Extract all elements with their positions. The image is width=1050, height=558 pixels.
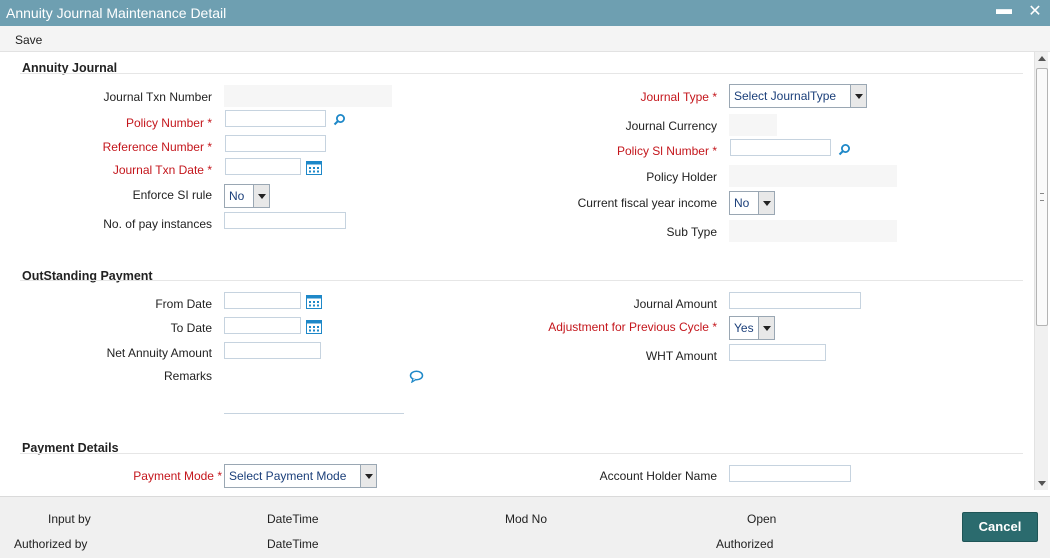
- remarks-textarea[interactable]: [224, 366, 404, 414]
- no-of-pay-instances-label: No. of pay instances: [103, 217, 212, 231]
- title-bar: Annuity Journal Maintenance Detail ▬ ✕: [0, 0, 1050, 26]
- sub-type-label: Sub Type: [666, 225, 717, 239]
- policy-holder-label: Policy Holder: [646, 170, 717, 184]
- calendar-icon[interactable]: [306, 295, 322, 309]
- menu-bar: Save: [0, 26, 1050, 52]
- adjustment-previous-cycle-label: Adjustment for Previous Cycle *: [548, 320, 717, 334]
- form-content: Annuity Journal Journal Txn Number Polic…: [0, 52, 1034, 490]
- net-annuity-amount-label: Net Annuity Amount: [106, 346, 212, 360]
- search-icon[interactable]: [838, 143, 851, 156]
- current-fiscal-year-income-label: Current fiscal year income: [577, 196, 717, 210]
- reference-number-label-text: Reference Number: [102, 140, 204, 154]
- payment-mode-select[interactable]: Select Payment Mode: [224, 464, 377, 488]
- chevron-down-icon[interactable]: [360, 465, 376, 487]
- window-title: Annuity Journal Maintenance Detail: [6, 5, 227, 21]
- audit-footer: Input by Authorized by DateTime DateTime…: [0, 496, 1050, 558]
- authorized-datetime-label: DateTime: [267, 537, 319, 551]
- payment-mode-label: Payment Mode *: [133, 469, 222, 483]
- journal-type-select[interactable]: Select JournalType: [729, 84, 867, 108]
- adjustment-previous-cycle-select[interactable]: Yes: [729, 316, 775, 340]
- chevron-down-icon[interactable]: [253, 185, 269, 207]
- required-marker: *: [207, 140, 212, 154]
- policy-sl-number-label-text: Policy Sl Number: [616, 144, 709, 158]
- calendar-icon[interactable]: [306, 161, 322, 175]
- scroll-thumb[interactable]: [1036, 68, 1048, 326]
- no-of-pay-instances-input[interactable]: [224, 212, 346, 229]
- current-fiscal-year-income-select[interactable]: No: [729, 191, 775, 215]
- wht-amount-label: WHT Amount: [645, 349, 717, 363]
- journal-txn-number-field: [224, 85, 392, 107]
- net-annuity-amount-input[interactable]: [224, 342, 321, 359]
- vertical-scrollbar[interactable]: [1034, 52, 1048, 490]
- policy-sl-number-input[interactable]: [730, 139, 831, 156]
- calendar-icon[interactable]: [306, 320, 322, 334]
- policy-number-label: Policy Number *: [126, 116, 212, 130]
- save-button[interactable]: Save: [15, 33, 42, 47]
- required-marker: *: [217, 469, 222, 483]
- speech-bubble-icon[interactable]: [409, 370, 424, 383]
- journal-txn-date-label-text: Journal Txn Date: [112, 163, 204, 177]
- minimize-button[interactable]: ▬: [995, 2, 1013, 21]
- close-button[interactable]: ✕: [1026, 3, 1044, 21]
- account-holder-name-label: Account Holder Name: [599, 469, 717, 483]
- mod-no-label: Mod No: [505, 512, 548, 526]
- policy-sl-number-label: Policy Sl Number *: [617, 144, 717, 158]
- adjustment-previous-cycle-label-text: Adjustment for Previous Cycle: [548, 320, 709, 334]
- journal-currency-label: Journal Currency: [625, 119, 717, 133]
- reference-number-input[interactable]: [225, 135, 326, 152]
- section-divider: [20, 453, 1023, 454]
- required-marker: *: [207, 163, 212, 177]
- journal-type-value: Select JournalType: [734, 89, 837, 103]
- input-datetime-label: DateTime: [267, 512, 319, 526]
- required-marker: *: [712, 144, 717, 158]
- open-status: Open: [747, 512, 777, 526]
- required-marker: *: [712, 320, 717, 334]
- journal-txn-date-input[interactable]: [225, 158, 301, 175]
- current-fiscal-year-income-value: No: [734, 196, 750, 210]
- reference-number-label: Reference Number *: [103, 140, 212, 154]
- cancel-button[interactable]: Cancel: [962, 512, 1038, 542]
- journal-txn-date-label: Journal Txn Date *: [113, 163, 212, 177]
- scroll-down-arrow-icon[interactable]: [1038, 481, 1046, 486]
- payment-mode-value: Select Payment Mode: [229, 469, 347, 483]
- journal-currency-field: [729, 114, 777, 136]
- journal-amount-label: Journal Amount: [633, 297, 717, 311]
- sub-type-field: [729, 220, 897, 242]
- journal-type-label: Journal Type *: [640, 90, 717, 104]
- journal-amount-input[interactable]: [729, 292, 861, 309]
- adjustment-previous-cycle-value: Yes: [734, 321, 754, 335]
- from-date-input[interactable]: [224, 292, 301, 309]
- to-date-label: To Date: [170, 321, 212, 335]
- input-by-label: Input by: [48, 512, 91, 526]
- section-divider: [20, 73, 1023, 74]
- authorized-status: Authorized: [716, 537, 774, 551]
- enforce-si-rule-select[interactable]: No: [224, 184, 270, 208]
- scroll-up-arrow-icon[interactable]: [1038, 56, 1046, 61]
- to-date-input[interactable]: [224, 317, 301, 334]
- authorized-by-label: Authorized by: [14, 537, 88, 551]
- policy-holder-field: [729, 165, 897, 187]
- remarks-label: Remarks: [163, 369, 212, 383]
- account-holder-name-input[interactable]: [729, 465, 851, 482]
- required-marker: *: [207, 116, 212, 130]
- from-date-label: From Date: [155, 297, 212, 311]
- enforce-si-rule-value: No: [229, 189, 245, 203]
- required-marker: *: [712, 90, 717, 104]
- enforce-si-rule-label: Enforce SI rule: [132, 188, 212, 202]
- journal-type-label-text: Journal Type: [640, 90, 709, 104]
- policy-number-label-text: Policy Number: [125, 116, 204, 130]
- payment-mode-label-text: Payment Mode: [133, 469, 214, 483]
- search-icon[interactable]: [333, 113, 346, 126]
- journal-txn-number-label: Journal Txn Number: [103, 90, 213, 104]
- section-divider: [20, 280, 1023, 281]
- grip-icon: [1040, 193, 1044, 201]
- wht-amount-input[interactable]: [729, 344, 826, 361]
- policy-number-input[interactable]: [225, 110, 326, 127]
- chevron-down-icon[interactable]: [850, 85, 866, 107]
- chevron-down-icon[interactable]: [758, 192, 774, 214]
- chevron-down-icon[interactable]: [758, 317, 774, 339]
